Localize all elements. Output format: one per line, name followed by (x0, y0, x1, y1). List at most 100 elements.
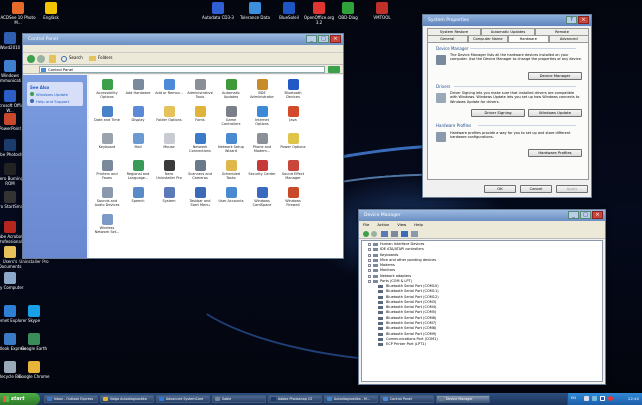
maximize-button[interactable]: □ (318, 35, 329, 43)
desktop-icon[interactable]: OBD-Diag (330, 2, 366, 20)
control-panel-item[interactable]: Windows CardSpace (248, 187, 276, 207)
desktop-icon[interactable]: My Computer (0, 272, 28, 290)
control-panel-item[interactable]: Printers and Faxes (93, 160, 121, 180)
network-icon[interactable] (592, 396, 597, 401)
taskbar-button[interactable]: Sable (212, 395, 266, 403)
control-panel-item[interactable]: Power Options (279, 133, 307, 149)
volume-icon[interactable] (584, 396, 589, 401)
bluetooth-tray-icon[interactable] (600, 396, 605, 401)
desktop-icon[interactable]: Autodata CD3-3 (200, 2, 236, 20)
device-manager-button[interactable]: Device Manager (528, 72, 582, 80)
control-panel-item[interactable]: Network Connections (186, 133, 214, 153)
taskbar-button[interactable]: Adobe Photoshop CS (268, 395, 322, 403)
close-button[interactable]: × (578, 16, 589, 24)
language-indicator[interactable]: EN (571, 396, 576, 400)
minimize-button[interactable]: _ (568, 211, 579, 219)
expand-icon[interactable] (368, 248, 371, 252)
menu-help[interactable]: Help (414, 221, 423, 229)
expand-icon[interactable] (368, 253, 371, 257)
taskbar-button[interactable]: Autodiagnostika - M... (324, 395, 378, 403)
desktop-icon[interactable]: Google Earth (16, 333, 52, 351)
control-panel-item[interactable]: Accessibility Options (93, 79, 121, 99)
scan-hardware-icon[interactable] (411, 231, 418, 237)
taskbar-button[interactable]: Device Manager (436, 395, 490, 403)
see-also-help-support[interactable]: Help and Support (30, 99, 80, 104)
menu-file[interactable]: File (363, 221, 369, 229)
hardware-profiles-button[interactable]: Hardware Profiles (528, 149, 582, 157)
control-panel-item[interactable]: Phone and Modem... (248, 133, 276, 153)
control-panel-item[interactable]: Mail (124, 133, 152, 149)
tab-hardware[interactable]: Hardware (508, 35, 549, 42)
close-button[interactable]: × (592, 211, 603, 219)
control-panel-item[interactable]: Taskbar and Start Menu (186, 187, 214, 207)
control-panel-item[interactable]: Administrative Tools (186, 79, 214, 99)
control-panel-item[interactable]: Sound Effect Manager (279, 160, 307, 180)
expand-icon[interactable] (368, 264, 371, 268)
menu-view[interactable]: View (397, 221, 406, 229)
folders-button[interactable]: Folders (98, 55, 112, 60)
control-panel-item[interactable]: Mouse (155, 133, 183, 149)
taskbar-button[interactable]: Inbox - Outlook Express (44, 395, 98, 403)
go-button[interactable] (328, 66, 340, 73)
menu-action[interactable]: Action (377, 221, 389, 229)
tab-general[interactable]: General (427, 35, 468, 42)
start-button[interactable]: start (0, 393, 40, 405)
control-panel-item[interactable]: Nero Uninstaller Pro (155, 160, 183, 180)
control-panel-item[interactable]: System (155, 187, 183, 203)
control-panel-item[interactable]: Display (124, 106, 152, 122)
control-panel-title-bar[interactable]: Control Panel _ □ × (23, 34, 343, 45)
address-input[interactable]: Control Panel (39, 66, 325, 73)
expand-icon[interactable] (368, 258, 371, 262)
control-panel-item[interactable]: Java (279, 106, 307, 122)
control-panel-item[interactable]: Automatic Updates (217, 79, 245, 99)
up-folder-button[interactable] (49, 55, 56, 63)
control-panel-item[interactable]: Wireless Network Set... (93, 214, 121, 234)
control-panel-item[interactable]: Scanners and Cameras (186, 160, 214, 180)
forward-icon[interactable] (371, 231, 377, 237)
back-icon[interactable] (363, 231, 369, 237)
control-panel-item[interactable]: Sounds and Audio Devices (93, 187, 121, 207)
expand-icon[interactable] (368, 243, 371, 246)
control-panel-item[interactable]: Speech (124, 187, 152, 203)
clock[interactable]: 22:40 (628, 396, 639, 401)
search-button[interactable]: Search (69, 55, 83, 60)
expand-icon[interactable] (368, 274, 371, 278)
control-panel-item[interactable]: Regional and Language... (124, 160, 152, 180)
help-icon[interactable] (401, 231, 408, 237)
control-panel-item[interactable]: Bluetooth Devices (279, 79, 307, 99)
control-panel-item[interactable]: Add or Remov... (155, 79, 183, 95)
cancel-button[interactable]: Cancel (520, 185, 552, 193)
antivirus-tray-icon[interactable] (608, 396, 613, 401)
control-panel-item[interactable]: Date and Time (93, 106, 121, 122)
see-also-windows-update[interactable]: Windows Update (30, 92, 80, 97)
port-item[interactable]: ECP Printer Port (LPT1) (378, 342, 439, 347)
desktop-icon[interactable]: Google Chrome (16, 361, 52, 379)
tab-system-restore[interactable]: System Restore (427, 28, 481, 35)
control-panel-item[interactable]: Scheduled Tasks (217, 160, 245, 180)
control-panel-item[interactable]: User Accounts (217, 187, 245, 203)
control-panel-item[interactable]: Network Setup Wizard (217, 133, 245, 153)
windows-update-button[interactable]: Windows Update (528, 109, 582, 117)
device-manager-title-bar[interactable]: Device Manager _ □ × (359, 210, 605, 221)
system-properties-title-bar[interactable]: System Properties ? × (423, 15, 591, 26)
tab-computer-name[interactable]: Computer Name (467, 35, 508, 42)
control-panel-item[interactable]: Windows Firewall (279, 187, 307, 207)
desktop-icon[interactable]: Skype (16, 305, 52, 323)
taskbar-button[interactable]: Volga Autodiagnostika (100, 395, 154, 403)
apply-button[interactable]: Apply (556, 185, 588, 193)
driver-signing-button[interactable]: Driver Signing (471, 109, 525, 117)
desktop-icon[interactable]: Engläsk (33, 2, 69, 20)
control-panel-item[interactable]: Keyboard (93, 133, 121, 149)
back-button[interactable] (27, 55, 35, 63)
control-panel-item[interactable]: Security Center (248, 160, 276, 176)
control-panel-item[interactable]: Fonts (186, 106, 214, 122)
ok-button[interactable]: OK (484, 185, 516, 193)
maximize-button[interactable]: □ (580, 211, 591, 219)
desktop-icon[interactable]: VMTOOL (364, 2, 400, 20)
expand-icon[interactable] (368, 280, 371, 284)
close-button[interactable]: × (330, 35, 341, 43)
minimize-button[interactable]: _ (306, 35, 317, 43)
control-panel-item[interactable]: Folder Options (155, 106, 183, 122)
tab-remote[interactable]: Remote (535, 28, 589, 35)
properties-icon[interactable] (391, 231, 398, 237)
